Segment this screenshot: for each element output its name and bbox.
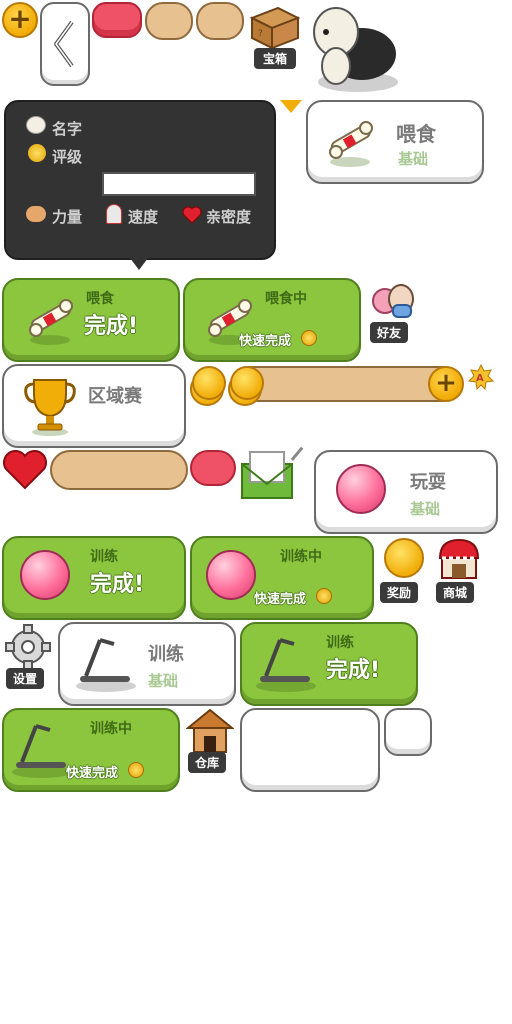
friends-label: 好友: [370, 322, 408, 343]
feed-basic-button[interactable]: 喂食 基础: [306, 100, 484, 184]
dropdown-arrow-icon[interactable]: [280, 100, 302, 113]
train-basic-button[interactable]: 训练 基础: [58, 622, 236, 706]
train-done-status: 完成!: [326, 658, 381, 683]
affinity-bar: [50, 450, 188, 490]
tan-pill-slot-2: [196, 2, 244, 40]
rewards-button[interactable]: 奖励: [378, 536, 428, 603]
shop-icon: [438, 538, 480, 579]
feed-basic-title: 喂食: [396, 122, 436, 146]
empty-card-slot: [240, 708, 380, 792]
name-label: 名字: [52, 120, 83, 138]
feed-progress-title: 喂食中: [265, 291, 307, 307]
feed-quick-finish-label: 快速完成: [239, 334, 292, 349]
red-pill-slot-lower: [190, 450, 236, 486]
gear-icon: [5, 624, 51, 670]
train-progress-treadmill-button[interactable]: 训练中 快速完成: [2, 708, 180, 792]
dog-head-icon: [26, 116, 46, 134]
red-pill-slot: [92, 2, 142, 38]
shop-label: 商城: [436, 582, 474, 603]
rating-label: 评级: [52, 148, 83, 166]
warehouse-button[interactable]: 仓库: [184, 708, 236, 774]
train-progress-title: 训练中: [90, 721, 132, 737]
strength-label: 力量: [52, 208, 83, 226]
train-progress-ball-button[interactable]: 训练中 快速完成: [190, 536, 374, 620]
friends-icon: [372, 280, 416, 320]
rating-field: [102, 172, 256, 196]
house-icon: [186, 708, 234, 753]
train-done-title: 训练: [90, 549, 118, 565]
trophy-icon: [24, 379, 76, 436]
medal-icon: [384, 538, 424, 578]
play-basic-button[interactable]: 玩耍 基础: [314, 450, 498, 534]
feed-done-status: 完成!: [84, 314, 139, 339]
heart-icon-large: [2, 450, 48, 490]
star-icon: [28, 144, 46, 162]
chevron-left-icon: [54, 20, 74, 68]
affinity-label: 亲密度: [206, 208, 252, 226]
train-basic-subtitle: 基础: [148, 672, 179, 690]
feed-done-title: 喂食: [86, 291, 114, 307]
rocket-icon: [106, 204, 122, 224]
treadmill-icon: [256, 638, 316, 692]
play-basic-title: 玩耍: [410, 472, 446, 493]
train-done-treadmill-button[interactable]: 训练 完成!: [240, 622, 418, 706]
train-quick-finish-label: 快速完成: [254, 592, 307, 607]
play-basic-subtitle: 基础: [410, 500, 441, 518]
heart-icon: [182, 206, 202, 224]
ball-icon: [336, 464, 386, 514]
add-button[interactable]: +: [2, 2, 38, 38]
train-done-status: 完成!: [90, 572, 145, 597]
train-done-title: 训练: [326, 635, 354, 651]
coin-icon: [316, 588, 332, 604]
dog-icon: [313, 7, 398, 92]
profile-info-panel: 名字 评级 力量 速度 亲密度: [4, 100, 276, 260]
feed-done-button[interactable]: 喂食 完成!: [2, 278, 180, 362]
train-done-ball-button[interactable]: 训练 完成!: [2, 536, 186, 620]
tournament-title: 区域赛: [88, 386, 142, 407]
coin-icon: [301, 330, 317, 346]
dog-avatar[interactable]: [306, 2, 402, 94]
svg-text:?: ?: [258, 29, 263, 39]
treadmill-icon: [76, 638, 136, 692]
feed-progress-button[interactable]: 喂食中 快速完成: [183, 278, 361, 362]
tan-pill-slot: [145, 2, 193, 40]
treasure-chest-button[interactable]: ? 宝箱: [248, 4, 302, 69]
settings-button[interactable]: 设置: [2, 624, 54, 690]
add-coins-button[interactable]: +: [428, 366, 464, 402]
rank-badge-icon: A: [468, 364, 494, 392]
bone-icon: [29, 299, 73, 345]
bone-icon: [329, 121, 373, 167]
settings-label: 设置: [6, 668, 44, 689]
warehouse-label: 仓库: [188, 752, 226, 773]
feed-basic-subtitle: 基础: [398, 150, 429, 168]
back-button[interactable]: [40, 2, 90, 86]
ball-icon: [20, 550, 70, 600]
mail-icon[interactable]: [240, 450, 296, 502]
panel-pointer: [130, 258, 148, 270]
empty-small-slot: [384, 708, 432, 756]
chest-icon: ?: [249, 6, 301, 50]
train-basic-title: 训练: [148, 644, 184, 665]
ball-icon: [206, 550, 256, 600]
speed-label: 速度: [128, 208, 159, 226]
svg-text:A: A: [476, 373, 484, 384]
friends-button[interactable]: 好友: [366, 278, 420, 344]
tournament-button[interactable]: 区域赛: [2, 364, 186, 448]
train-quick-finish-label: 快速完成: [66, 766, 119, 781]
treasure-label: 宝箱: [254, 48, 296, 69]
rewards-label: 奖励: [380, 582, 418, 603]
shop-button[interactable]: 商城: [434, 536, 484, 603]
train-progress-title: 训练中: [280, 549, 322, 565]
strength-icon: [26, 206, 46, 222]
coin-icon: [128, 762, 144, 778]
